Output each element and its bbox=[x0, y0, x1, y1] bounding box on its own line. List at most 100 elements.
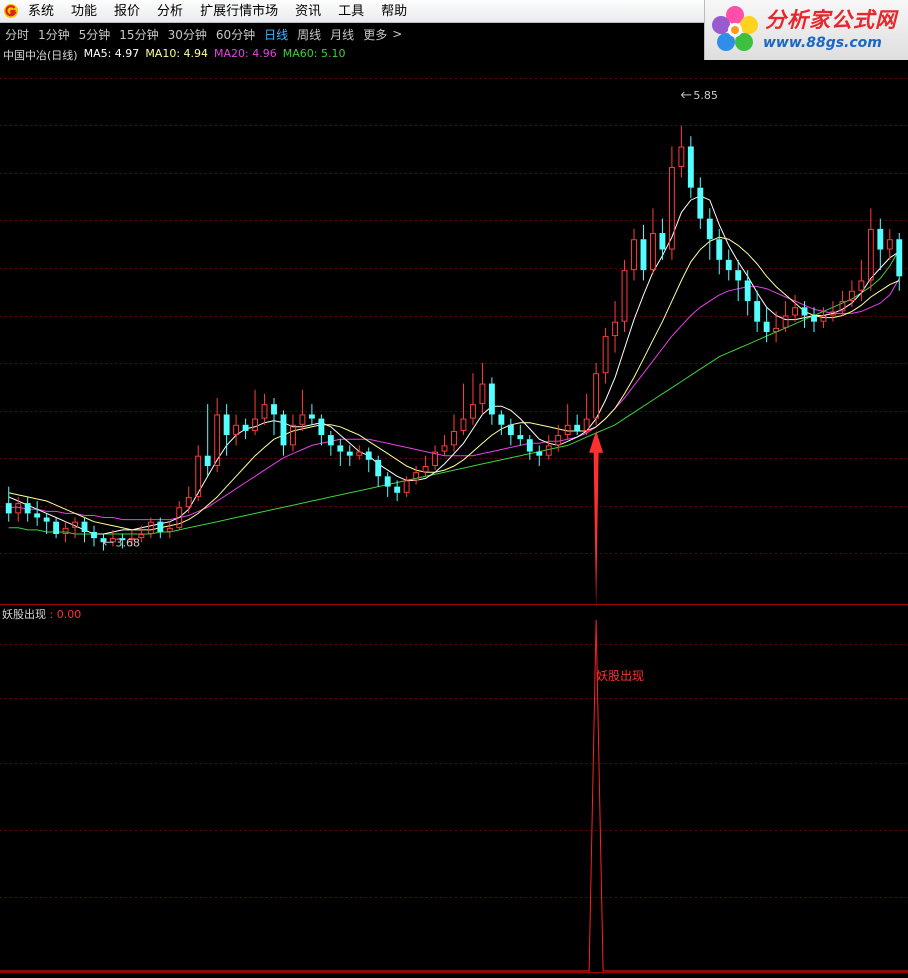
menu-tools[interactable]: 工具 bbox=[338, 0, 364, 23]
candle-body bbox=[15, 503, 22, 514]
candle bbox=[488, 377, 495, 425]
candle-body bbox=[706, 218, 713, 240]
candle-body bbox=[91, 531, 97, 539]
menu-news[interactable]: 资讯 bbox=[295, 0, 321, 23]
candle bbox=[706, 208, 713, 260]
candle-body bbox=[280, 414, 287, 446]
candle-body bbox=[365, 451, 372, 460]
tab-more[interactable]: 更多 bbox=[363, 26, 387, 43]
candle bbox=[886, 228, 893, 260]
signal-spike bbox=[0, 619, 908, 972]
tab-60min[interactable]: 60分钟 bbox=[216, 26, 255, 43]
candle bbox=[43, 513, 50, 535]
low-label: 3.68 bbox=[115, 536, 140, 549]
candle-body bbox=[545, 445, 552, 456]
ma60-line bbox=[8, 249, 900, 535]
candle bbox=[697, 177, 704, 229]
candle bbox=[53, 517, 60, 539]
candle bbox=[394, 480, 401, 502]
tab-weekly[interactable]: 周线 bbox=[297, 26, 321, 43]
menu-system[interactable]: 系统 bbox=[28, 0, 54, 23]
candle bbox=[877, 218, 884, 271]
candle bbox=[574, 414, 581, 436]
candle-body bbox=[318, 418, 325, 436]
indicator-value: : 0.00 bbox=[49, 608, 82, 621]
candle-body bbox=[337, 445, 344, 452]
candle bbox=[337, 439, 344, 466]
signal-arrow-icon bbox=[589, 430, 604, 609]
candle bbox=[517, 424, 524, 446]
candle-body bbox=[252, 418, 258, 431]
candle-body bbox=[564, 424, 571, 436]
tab-5min[interactable]: 5分钟 bbox=[79, 26, 111, 43]
candle bbox=[460, 383, 467, 436]
ma5-line bbox=[8, 195, 900, 535]
candle-body bbox=[678, 146, 685, 168]
candle-body bbox=[782, 315, 789, 328]
menu-help[interactable]: 帮助 bbox=[381, 0, 407, 23]
candle bbox=[166, 521, 173, 539]
candle-body bbox=[631, 239, 637, 271]
candle-body bbox=[517, 435, 524, 440]
tab-intraday[interactable]: 分时 bbox=[5, 26, 29, 43]
stock-title: 中国中冶(日线) bbox=[3, 49, 78, 62]
high-marker bbox=[681, 91, 692, 99]
candle-body bbox=[204, 455, 211, 466]
candle bbox=[830, 301, 836, 322]
candle bbox=[602, 327, 609, 384]
candle-body bbox=[43, 517, 50, 522]
menu-extended-market[interactable]: 扩展行情市场 bbox=[200, 0, 278, 23]
candle bbox=[413, 466, 420, 485]
candle-body bbox=[867, 228, 874, 281]
brand-banner[interactable]: 分析家公式网 www.88gs.com bbox=[704, 0, 908, 60]
tab-monthly[interactable]: 月线 bbox=[330, 26, 354, 43]
menu-quote[interactable]: 报价 bbox=[114, 0, 140, 23]
candle bbox=[91, 525, 97, 547]
candle bbox=[848, 280, 855, 308]
candle bbox=[536, 445, 543, 466]
candle bbox=[214, 397, 221, 473]
candle-body bbox=[716, 239, 723, 260]
tab-1min[interactable]: 1分钟 bbox=[38, 26, 70, 43]
candle-body bbox=[498, 414, 505, 425]
chevron-right-icon[interactable]: > bbox=[392, 27, 402, 41]
candle-body bbox=[507, 424, 514, 436]
candle-body bbox=[290, 424, 296, 446]
candle-body bbox=[166, 527, 173, 532]
menu-function[interactable]: 功能 bbox=[71, 0, 97, 23]
menu-analysis[interactable]: 分析 bbox=[157, 0, 183, 23]
candle-body bbox=[555, 435, 562, 446]
candle-body bbox=[650, 233, 656, 271]
candle bbox=[34, 501, 41, 526]
indicator-legend: 妖股出现 : 0.00 bbox=[2, 606, 81, 622]
candle bbox=[242, 418, 249, 440]
app-logo-icon[interactable] bbox=[3, 3, 19, 19]
candle-body bbox=[147, 521, 154, 535]
candle-body bbox=[356, 451, 363, 456]
candle bbox=[147, 517, 154, 539]
candle-body bbox=[792, 307, 798, 316]
candle-body bbox=[754, 301, 761, 322]
candle bbox=[327, 430, 334, 456]
candle bbox=[261, 393, 268, 425]
tab-15min[interactable]: 15分钟 bbox=[119, 26, 158, 43]
candle-body bbox=[801, 307, 808, 316]
candle bbox=[811, 307, 817, 332]
candle bbox=[735, 259, 742, 302]
tab-daily[interactable]: 日线 bbox=[264, 26, 288, 43]
candle bbox=[204, 404, 211, 477]
candle bbox=[308, 404, 315, 425]
price-grid bbox=[0, 78, 908, 554]
candle-body bbox=[233, 424, 240, 436]
candle-body bbox=[858, 280, 865, 291]
candle-body bbox=[384, 476, 391, 487]
candle bbox=[422, 455, 429, 477]
candle-body bbox=[308, 414, 315, 419]
ma20-value: MA20: 4.96 bbox=[214, 47, 277, 60]
candle bbox=[375, 455, 382, 487]
candle-body bbox=[451, 430, 457, 446]
moving-average-lines bbox=[8, 195, 900, 535]
brand-url: www.88gs.com bbox=[763, 35, 882, 51]
candle-body bbox=[526, 439, 533, 452]
tab-30min[interactable]: 30分钟 bbox=[168, 26, 207, 43]
